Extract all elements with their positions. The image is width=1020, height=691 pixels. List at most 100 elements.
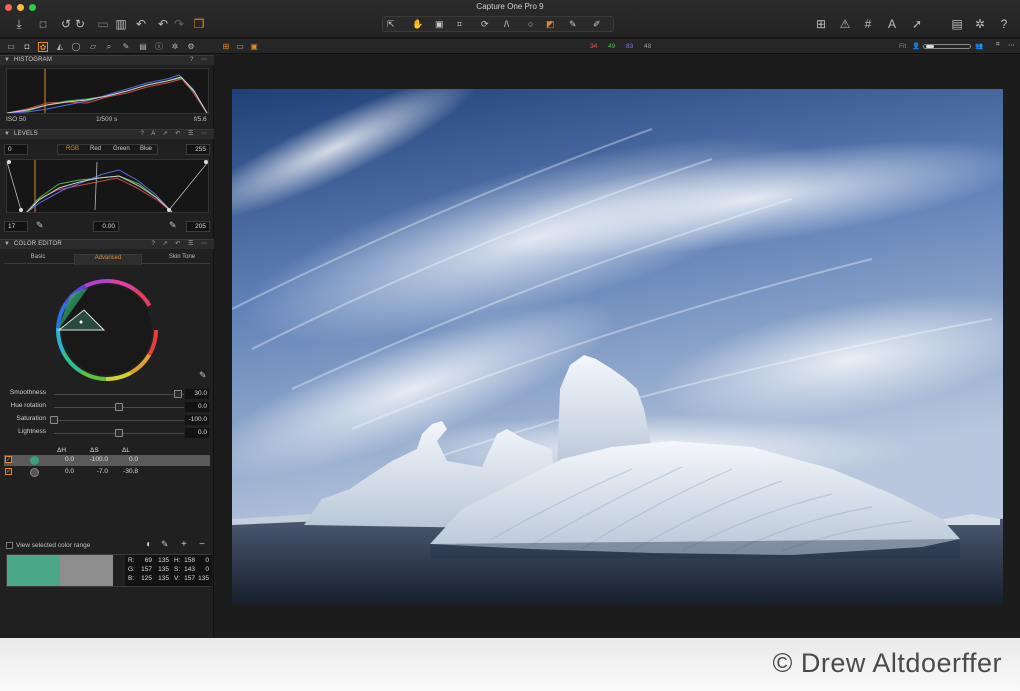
exposure-tab-icon[interactable]: ◭ bbox=[55, 42, 65, 52]
grid-icon[interactable]: # bbox=[861, 17, 875, 31]
color-picker-icon[interactable]: ✎ bbox=[199, 370, 207, 381]
levels-actions[interactable]: ? A ↗ ↶ ☰ ⋯ bbox=[141, 130, 210, 137]
process-icon[interactable]: ❐ bbox=[192, 17, 206, 31]
iceberg-photo[interactable] bbox=[232, 89, 1003, 604]
output-tab-icon[interactable]: ✲ bbox=[170, 42, 180, 52]
iso-value: ISO 50 bbox=[6, 116, 27, 123]
hue-rotation-value[interactable]: 0.0 bbox=[185, 402, 209, 412]
warning-icon[interactable]: ⚠ bbox=[838, 17, 852, 31]
table-row[interactable]: ✓ 0.0 -7.0 -30.8 bbox=[4, 467, 210, 478]
slider-handle[interactable] bbox=[50, 416, 58, 424]
levels-header[interactable]: ▼ LEVELS ? A ↗ ↶ ☰ ⋯ bbox=[0, 129, 214, 139]
s-after: 0 bbox=[205, 566, 209, 573]
single-view-icon[interactable]: ▭ bbox=[235, 42, 245, 52]
print-icon[interactable]: ▤ bbox=[950, 17, 964, 31]
view-range-checkbox[interactable] bbox=[6, 542, 13, 549]
channel-selector[interactable]: RGB Red Green Blue bbox=[57, 144, 158, 155]
multi-view-icon[interactable]: ⊞ bbox=[221, 42, 231, 52]
picker-add-icon[interactable]: ✎ bbox=[161, 539, 169, 550]
image-viewer[interactable] bbox=[215, 55, 1020, 638]
tab-skin-tone[interactable]: Skin Tone bbox=[148, 254, 216, 260]
input-high-field[interactable]: 255 bbox=[186, 144, 210, 155]
copy-icon[interactable]: ▭ bbox=[96, 17, 110, 31]
color-editor-header[interactable]: ▼ COLOR EDITOR ? ↗ ↶ ☰ ⋯ bbox=[0, 239, 214, 249]
row-checkbox[interactable]: ✓ bbox=[5, 456, 12, 463]
histogram-header[interactable]: ▼ HISTOGRAM ? ⋯ bbox=[0, 55, 214, 65]
metadata-tab-icon[interactable]: ⓘ bbox=[154, 42, 164, 52]
smoothness-slider[interactable]: Smoothness 30.0 bbox=[0, 388, 214, 400]
slider-handle[interactable] bbox=[115, 429, 123, 437]
compare-icon[interactable]: ⊞ bbox=[814, 17, 828, 31]
adjustments-tab-icon[interactable]: ▤ bbox=[138, 42, 148, 52]
loupe-icon[interactable]: ▣ bbox=[435, 18, 444, 31]
local-adjust-tab-icon[interactable]: ✎ bbox=[121, 42, 131, 52]
histogram-actions[interactable]: ? ⋯ bbox=[190, 56, 210, 63]
channel-green[interactable]: Green bbox=[113, 146, 130, 152]
help-icon[interactable]: ? bbox=[997, 17, 1011, 31]
saturation-slider[interactable]: Saturation -100.0 bbox=[0, 414, 214, 426]
color-wheel-icon[interactable]: ◐ bbox=[146, 539, 152, 550]
undo-all-icon[interactable]: ↶ bbox=[134, 17, 148, 31]
lightness-slider[interactable]: Lightness 0.0 bbox=[0, 427, 214, 439]
tab-advanced[interactable]: Advanced bbox=[74, 254, 142, 265]
midpoint-field[interactable]: 0.00 bbox=[93, 221, 119, 232]
slider-track[interactable] bbox=[54, 420, 184, 421]
capture-tab-icon[interactable]: ◘ bbox=[22, 42, 32, 52]
add-color-icon[interactable]: + bbox=[181, 539, 187, 550]
zoom-slider-handle[interactable] bbox=[926, 45, 934, 48]
spot-icon[interactable]: ○ bbox=[528, 18, 533, 31]
picker-icon[interactable]: ✎ bbox=[569, 18, 577, 31]
slider-handle[interactable] bbox=[173, 390, 182, 398]
select-icon[interactable]: ⇱ bbox=[387, 18, 395, 31]
redo-icon[interactable]: ↷ bbox=[172, 17, 186, 31]
color-editor-actions[interactable]: ? ↗ ↶ ☰ ⋯ bbox=[152, 240, 210, 247]
saturation-value[interactable]: -100.0 bbox=[185, 415, 209, 425]
undo-icon[interactable]: ↶ bbox=[156, 17, 170, 31]
output-high-field[interactable]: 205 bbox=[186, 221, 210, 232]
camera-icon[interactable]: ◘ bbox=[36, 17, 50, 31]
primary-view-icon[interactable]: ▣ bbox=[249, 42, 259, 52]
black-picker-icon[interactable]: ✎ bbox=[36, 220, 44, 231]
keystone-icon[interactable]: /\ bbox=[504, 18, 509, 31]
import-icon[interactable]: ⤓ bbox=[12, 17, 26, 31]
rotate-icon[interactable]: ⟳ bbox=[481, 18, 489, 31]
channel-red[interactable]: Red bbox=[90, 146, 101, 152]
smoothness-value[interactable]: 30.0 bbox=[185, 389, 209, 399]
slider-track[interactable] bbox=[54, 394, 184, 395]
channel-rgb[interactable]: RGB bbox=[66, 146, 79, 152]
remove-color-icon[interactable]: − bbox=[199, 539, 205, 550]
color-wheel[interactable] bbox=[48, 274, 168, 384]
rotate-left-icon[interactable]: ↺ bbox=[59, 17, 73, 31]
collapse-arrow-icon[interactable]: ▼ bbox=[4, 57, 10, 63]
lightness-value[interactable]: 0.0 bbox=[185, 428, 209, 438]
text-icon[interactable]: A bbox=[885, 17, 899, 31]
collapse-arrow-icon[interactable]: ▼ bbox=[4, 241, 10, 247]
details-tab-icon[interactable]: ⌕ bbox=[104, 42, 114, 52]
channel-blue[interactable]: Blue bbox=[140, 146, 152, 152]
settings-icon[interactable]: ✲ bbox=[973, 17, 987, 31]
more-options-icon[interactable]: ⋯ bbox=[1008, 41, 1015, 49]
collapse-arrow-icon[interactable]: ▼ bbox=[4, 131, 10, 137]
batch-tab-icon[interactable]: ⚙ bbox=[186, 42, 196, 52]
pan-icon[interactable]: ✋ bbox=[412, 18, 423, 31]
rotate-right-icon[interactable]: ↻ bbox=[73, 17, 87, 31]
brush-icon[interactable]: ✐ bbox=[593, 18, 601, 31]
library-tab-icon[interactable]: ▭ bbox=[6, 42, 16, 52]
hue-rotation-slider[interactable]: Hue rotation 0.0 bbox=[0, 401, 214, 413]
delete-icon[interactable]: ▥ bbox=[114, 17, 128, 31]
white-picker-icon[interactable]: ✎ bbox=[169, 220, 177, 231]
output-low-field[interactable]: 17 bbox=[4, 221, 28, 232]
color-tab-icon[interactable]: ✿ bbox=[38, 42, 48, 52]
composition-tab-icon[interactable]: ▱ bbox=[88, 42, 98, 52]
lens-tab-icon[interactable]: ◯ bbox=[71, 42, 81, 52]
slider-handle[interactable] bbox=[115, 403, 123, 411]
filmstrip-options-icon[interactable]: ⌗ bbox=[996, 41, 1000, 49]
table-row[interactable]: ✓ 0.0 -100.0 0.0 bbox=[4, 455, 210, 466]
zoom-slider[interactable] bbox=[923, 44, 971, 49]
mask-icon[interactable]: ◩ bbox=[546, 18, 555, 31]
crop-icon[interactable]: ⌗ bbox=[457, 18, 462, 31]
share-icon[interactable]: ➚ bbox=[910, 17, 924, 31]
input-low-field[interactable]: 0 bbox=[4, 144, 28, 155]
tab-basic[interactable]: Basic bbox=[4, 254, 72, 260]
row-checkbox[interactable]: ✓ bbox=[5, 468, 12, 475]
